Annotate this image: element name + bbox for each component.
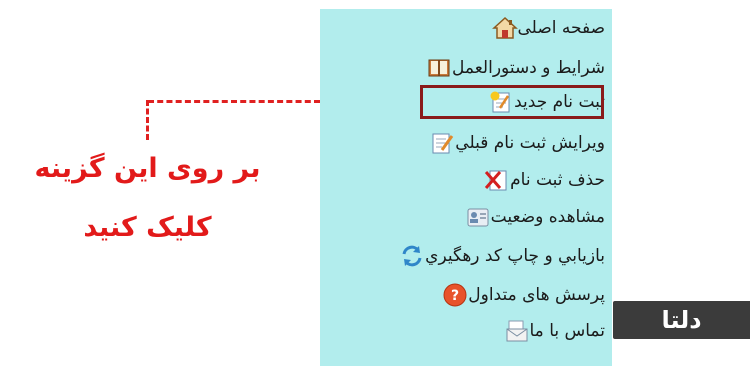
menu-item-label: بازيابي و چاپ کد رهگيري (425, 246, 605, 266)
menu-item-delete-registration[interactable]: حذف ثبت نام (474, 165, 605, 195)
menu-item-label: شرايط و دستورالعمل (452, 58, 605, 78)
callout-dashed-line (148, 100, 320, 103)
menu-item-contact[interactable]: تماس با ما (494, 316, 606, 346)
mail-icon (504, 318, 530, 344)
menu-item-faq[interactable]: ? پرسش های متداول (432, 280, 605, 310)
menu-item-terms[interactable]: شرايط و دستورالعمل (416, 53, 605, 83)
delta-logo: دلتا (613, 301, 750, 339)
menu-item-view-status[interactable]: مشاهده وضعيت (455, 202, 605, 232)
highlight-frame (420, 85, 604, 119)
menu-item-label: ويرايش ثبت نام قبلي (455, 133, 605, 153)
menu-item-label: حذف ثبت نام (510, 170, 605, 190)
menu-item-label: صفحه اصلی (517, 18, 605, 38)
home-icon (491, 15, 518, 41)
refresh-icon (399, 243, 425, 269)
menu-item-label: مشاهده وضعيت (490, 207, 605, 227)
svg-text:?: ? (451, 288, 459, 304)
instruction-text-line1: بر روی این گزینه (34, 153, 261, 184)
callout-dashed-line-vertical (146, 100, 149, 140)
status-card-icon (465, 204, 491, 230)
menu-item-edit-registration[interactable]: ويرايش ثبت نام قبلي (419, 128, 605, 158)
delete-document-icon (484, 167, 510, 193)
menu-item-label: پرسش های متداول (468, 285, 605, 305)
edit-document-icon (429, 130, 455, 156)
instruction-text-line2: کلیک کنید (83, 212, 212, 243)
help-icon: ? (442, 282, 468, 308)
menu-item-retrieve-tracking-code[interactable]: بازيابي و چاپ کد رهگيري (389, 241, 605, 271)
menu-item-home[interactable]: صفحه اصلی (482, 13, 605, 43)
menu-item-label: تماس با ما (529, 321, 606, 341)
book-icon (426, 55, 452, 81)
